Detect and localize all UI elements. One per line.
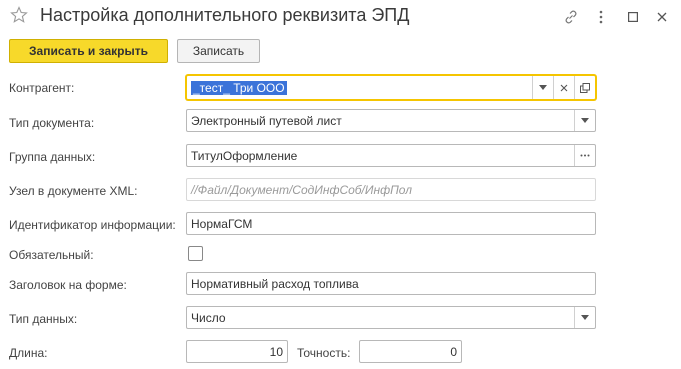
doc-type-select[interactable]: Электронный путевой лист [186,109,596,132]
info-id-value: НормаГСМ [191,216,253,231]
link-icon[interactable] [562,8,580,26]
counterparty-field[interactable]: _тест_ Три ООО [186,75,596,100]
required-label: Обязательный: [9,248,94,262]
info-id-input[interactable]: НормаГСМ [186,212,596,235]
length-input[interactable]: 10 [186,340,288,363]
length-value: 10 [269,344,283,359]
more-icon[interactable] [594,8,608,26]
form-title-value: Нормативный расход топлива [191,276,359,291]
precision-value: 0 [450,344,457,359]
counterparty-value: _тест_ Три ООО [191,80,287,95]
close-icon[interactable] [655,8,669,26]
save-and-close-button[interactable]: Записать и закрыть [9,39,168,63]
precision-label: Точность: [297,346,351,360]
doc-type-value: Электронный путевой лист [191,113,342,128]
ellipsis-icon[interactable] [574,145,595,166]
length-label: Длина: [9,346,48,360]
info-id-label: Идентификатор информации: [9,218,176,232]
chevron-down-icon[interactable] [574,307,595,328]
xml-node-field: //Файл/Документ/СодИнфСоб/ИнфПол [186,178,596,201]
chevron-down-icon[interactable] [574,110,595,131]
counterparty-label: Контрагент: [9,81,75,95]
data-type-value: Число [191,310,226,325]
data-group-field[interactable]: ТитулОформление [186,144,596,167]
doc-type-label: Тип документа: [9,116,95,130]
data-group-label: Группа данных: [9,150,96,164]
data-type-select[interactable]: Число [186,306,596,329]
star-icon[interactable] [10,6,28,24]
required-checkbox[interactable] [188,246,203,261]
form-title-input[interactable]: Нормативный расход топлива [186,272,596,295]
data-type-label: Тип данных: [9,312,78,326]
xml-node-label: Узел в документе XML: [9,184,138,198]
window-title: Настройка дополнительного реквизита ЭПД [40,5,410,25]
precision-input[interactable]: 0 [359,340,462,363]
clear-icon[interactable] [553,76,574,99]
xml-node-value: //Файл/Документ/СодИнфСоб/ИнфПол [191,182,412,197]
dropdown-arrow-icon[interactable] [532,76,553,99]
open-icon[interactable] [574,76,595,99]
maximize-icon[interactable] [626,8,640,26]
data-group-value: ТитулОформление [191,148,298,163]
save-button[interactable]: Записать [177,39,260,63]
form-title-label: Заголовок на форме: [9,278,127,292]
